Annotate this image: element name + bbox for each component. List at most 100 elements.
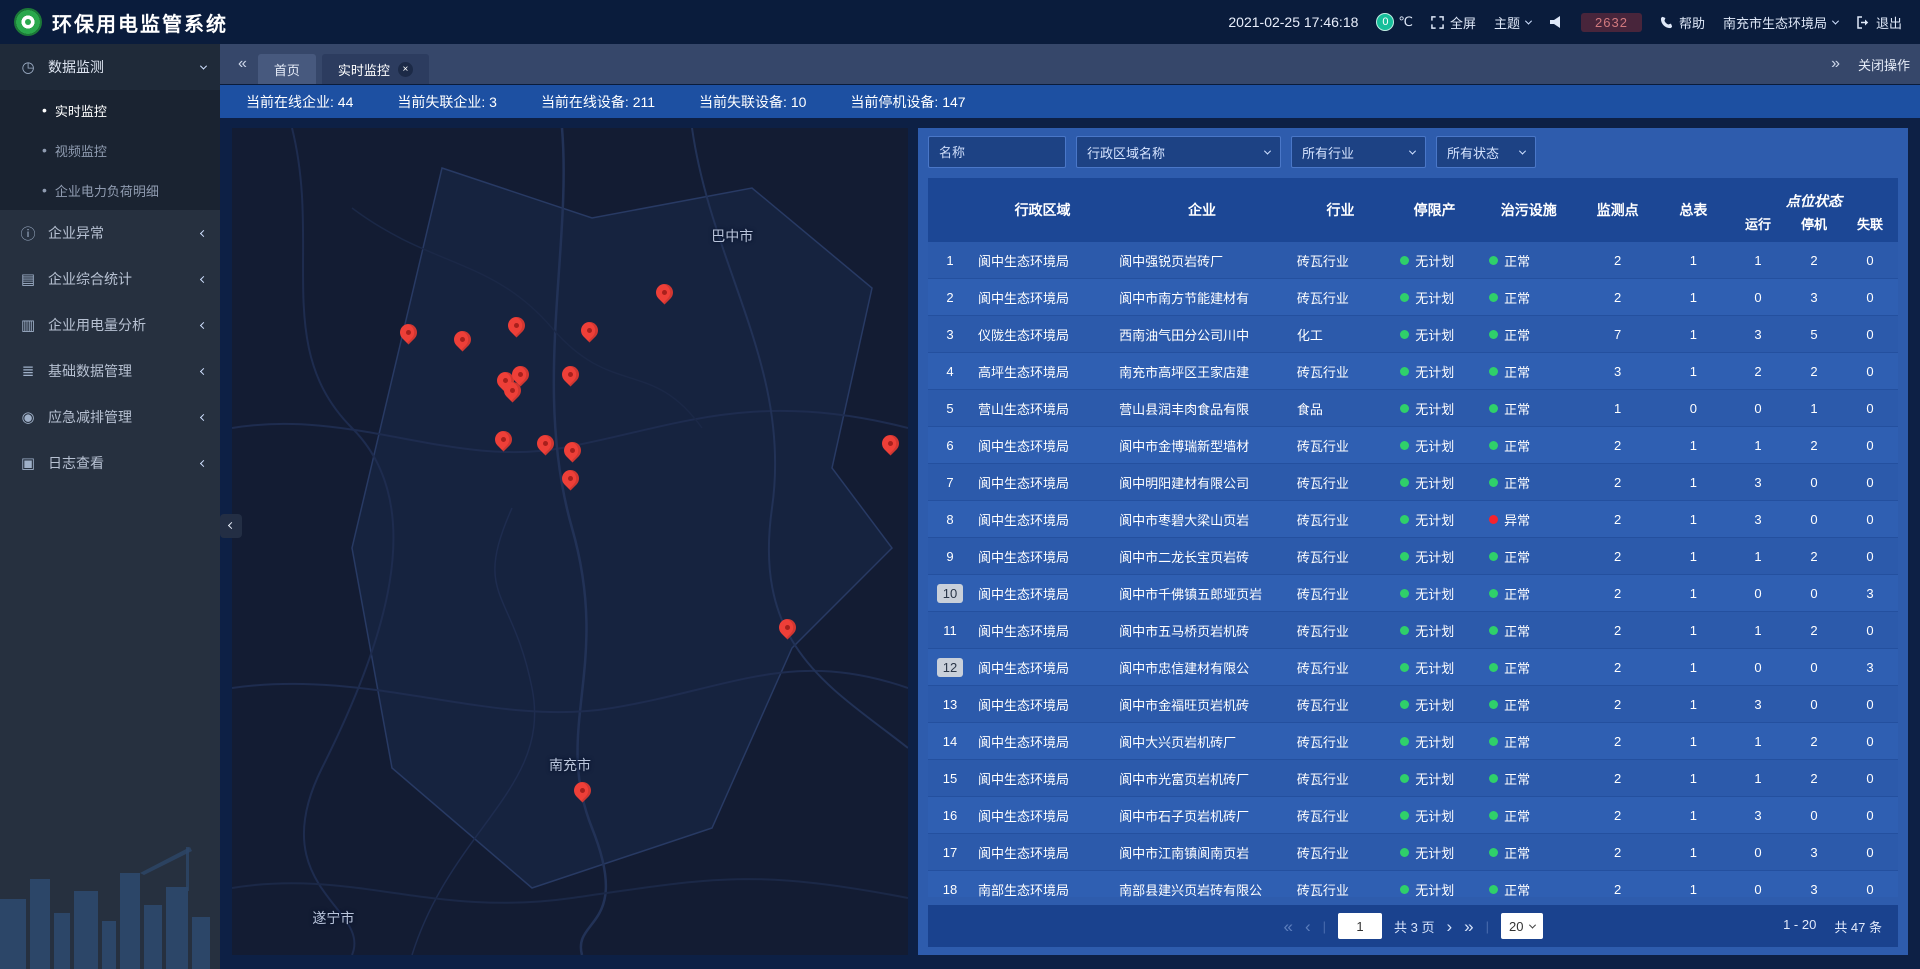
industry-filter-select[interactable]: 所有行业 — [1291, 136, 1426, 168]
table-row[interactable]: 17阆中生态环境局阆中市江南镇阆南页岩砖瓦行业无计划正常21030 — [928, 834, 1898, 871]
name-filter-input[interactable] — [928, 136, 1066, 168]
status-dot-icon — [1400, 885, 1409, 894]
tab-scroll-right-button[interactable]: » — [1823, 55, 1848, 73]
cell-index: 2 — [928, 290, 972, 305]
theme-dropdown[interactable]: 主题 — [1494, 13, 1531, 32]
tab-realtime-monitor[interactable]: 实时监控 × — [322, 54, 429, 84]
status-dot-icon — [1489, 663, 1498, 672]
stop-status-label: 无计划 — [1415, 399, 1454, 418]
announcement-button[interactable] — [1549, 16, 1563, 28]
map-pin[interactable] — [504, 382, 522, 406]
chevron-left-icon — [200, 459, 207, 466]
sidebar-subitem[interactable]: •企业电力负荷明细 — [0, 170, 220, 210]
cell-region: 阆中生态环境局 — [972, 547, 1113, 566]
org-label: 南充市生态环境局 — [1723, 13, 1827, 32]
alert-count-badge[interactable]: 2632 — [1581, 13, 1642, 32]
first-page-button[interactable]: « — [1284, 918, 1293, 935]
map-pin[interactable] — [562, 366, 580, 390]
cell-halt: 0 — [1786, 697, 1842, 712]
table-row[interactable]: 6阆中生态环境局阆中市金博瑞新型墙材砖瓦行业无计划正常21120 — [928, 427, 1898, 464]
sidebar-subitem[interactable]: •视频监控 — [0, 130, 220, 170]
table-row[interactable]: 3仪陇生态环境局西南油气田分公司川中化工无计划正常71350 — [928, 316, 1898, 353]
map-pin[interactable] — [508, 317, 526, 341]
sidebar-collapse-button[interactable] — [220, 514, 242, 538]
tab-scroll-left-button[interactable]: « — [230, 55, 255, 73]
cell-halt: 2 — [1786, 438, 1842, 453]
table-row[interactable]: 18南部生态环境局南部县建兴页岩砖有限公砖瓦行业无计划正常21030 — [928, 871, 1898, 897]
map-pin[interactable] — [400, 324, 418, 348]
sidebar-menu: ◷数据监测•实时监控•视频监控•企业电力负荷明细ⓘ企业异常▤企业综合统计▥企业用… — [0, 44, 220, 486]
cell-run: 3 — [1730, 808, 1786, 823]
header-industry: 行业 — [1291, 178, 1390, 242]
help-button[interactable]: 帮助 — [1660, 13, 1705, 32]
map-pin[interactable] — [581, 322, 599, 346]
region-filter-select[interactable]: 行政区域名称 — [1076, 136, 1281, 168]
cell-run: 1 — [1730, 734, 1786, 749]
header-actions: 2021-02-25 17:46:18 0 ℃ 全屏 主题 2632 帮助 — [1228, 13, 1902, 32]
chevron-left-icon — [200, 229, 207, 236]
page-size-select[interactable]: 20 — [1501, 913, 1542, 939]
tab-home[interactable]: 首页 — [258, 54, 316, 84]
sidebar-item[interactable]: ▤企业综合统计 — [0, 256, 220, 302]
logout-button[interactable]: 退出 — [1856, 13, 1902, 32]
row-index: 3 — [946, 327, 953, 342]
cell-meters: 1 — [1657, 586, 1730, 601]
sidebar-item[interactable]: ▣日志查看 — [0, 440, 220, 486]
sidebar-item[interactable]: ⓘ企业异常 — [0, 210, 220, 256]
cell-lost: 0 — [1842, 808, 1898, 823]
sidebar-submenu: •实时监控•视频监控•企业电力负荷明细 — [0, 90, 220, 210]
page-number-input[interactable] — [1338, 913, 1382, 939]
prev-page-button[interactable]: ‹ — [1305, 918, 1311, 935]
sidebar-item[interactable]: ≣基础数据管理 — [0, 348, 220, 394]
table-row[interactable]: 16阆中生态环境局阆中市石子页岩机砖厂砖瓦行业无计划正常21300 — [928, 797, 1898, 834]
next-page-button[interactable]: › — [1447, 918, 1453, 935]
stat-value: 3 — [489, 94, 497, 110]
map-pin[interactable] — [779, 619, 797, 643]
table-row[interactable]: 5营山生态环境局营山县润丰肉食品有限食品无计划正常10010 — [928, 390, 1898, 427]
table-row[interactable]: 14阆中生态环境局阆中大兴页岩机砖厂砖瓦行业无计划正常21120 — [928, 723, 1898, 760]
table-row[interactable]: 4高坪生态环境局南充市高坪区王家店建砖瓦行业无计划正常31220 — [928, 353, 1898, 390]
map-pin[interactable] — [454, 331, 472, 355]
table-row[interactable]: 13阆中生态环境局阆中市金福旺页岩机砖砖瓦行业无计划正常21300 — [928, 686, 1898, 723]
table-row[interactable]: 10阆中生态环境局阆中市千佛镇五郎垭页岩砖瓦行业无计划正常21003 — [928, 575, 1898, 612]
table-row[interactable]: 11阆中生态环境局阆中市五马桥页岩机砖砖瓦行业无计划正常21120 — [928, 612, 1898, 649]
row-index: 16 — [943, 808, 957, 823]
status-filter-select[interactable]: 所有状态 — [1436, 136, 1536, 168]
table-row[interactable]: 9阆中生态环境局阆中市二龙长宝页岩砖砖瓦行业无计划正常21120 — [928, 538, 1898, 575]
skyline-decoration — [0, 829, 220, 969]
table-row[interactable]: 15阆中生态环境局阆中市光富页岩机砖厂砖瓦行业无计划正常21120 — [928, 760, 1898, 797]
sidebar-subitem[interactable]: •实时监控 — [0, 90, 220, 130]
cell-industry: 砖瓦行业 — [1291, 843, 1390, 862]
status-dot-icon — [1489, 367, 1498, 376]
map-pin[interactable] — [564, 442, 582, 466]
sidebar-item[interactable]: ◷数据监测 — [0, 44, 220, 90]
total-pages-label: 共 3 页 — [1394, 917, 1434, 936]
table-row[interactable]: 2阆中生态环境局阆中市南方节能建材有砖瓦行业无计划正常21030 — [928, 279, 1898, 316]
map-pin[interactable] — [562, 470, 580, 494]
sidebar-item[interactable]: ▥企业用电量分析 — [0, 302, 220, 348]
cell-industry: 食品 — [1291, 399, 1390, 418]
stop-status-label: 无计划 — [1415, 880, 1454, 898]
org-dropdown[interactable]: 南充市生态环境局 — [1723, 13, 1838, 32]
status-dot-icon — [1400, 367, 1409, 376]
map-pin[interactable] — [537, 435, 555, 459]
fullscreen-button[interactable]: 全屏 — [1431, 13, 1476, 32]
horn-icon — [1549, 16, 1563, 28]
table-row[interactable]: 12阆中生态环境局阆中市忠信建材有限公砖瓦行业无计划正常21003 — [928, 649, 1898, 686]
map-pin[interactable] — [495, 431, 513, 455]
table-row[interactable]: 8阆中生态环境局阆中市枣碧大梁山页岩砖瓦行业无计划异常21300 — [928, 501, 1898, 538]
tab-close-icon[interactable]: × — [398, 62, 413, 77]
last-page-button[interactable]: » — [1464, 918, 1473, 935]
map-pin[interactable] — [656, 284, 674, 308]
close-operations-button[interactable]: 关闭操作 — [1858, 55, 1910, 74]
row-index: 5 — [946, 401, 953, 416]
map-pin[interactable] — [882, 435, 900, 459]
table-row[interactable]: 1阆中生态环境局阆中强锐页岩砖厂砖瓦行业无计划正常21120 — [928, 242, 1898, 279]
cell-index: 14 — [928, 734, 972, 749]
map-panel[interactable]: 巴中市南充市遂宁市 — [232, 128, 908, 955]
cell-industry: 砖瓦行业 — [1291, 769, 1390, 788]
map-pin[interactable] — [574, 782, 592, 806]
sidebar-item[interactable]: ◉应急减排管理 — [0, 394, 220, 440]
cell-company: 阆中市千佛镇五郎垭页岩 — [1113, 584, 1291, 603]
table-row[interactable]: 7阆中生态环境局阆中明阳建材有限公司砖瓦行业无计划正常21300 — [928, 464, 1898, 501]
